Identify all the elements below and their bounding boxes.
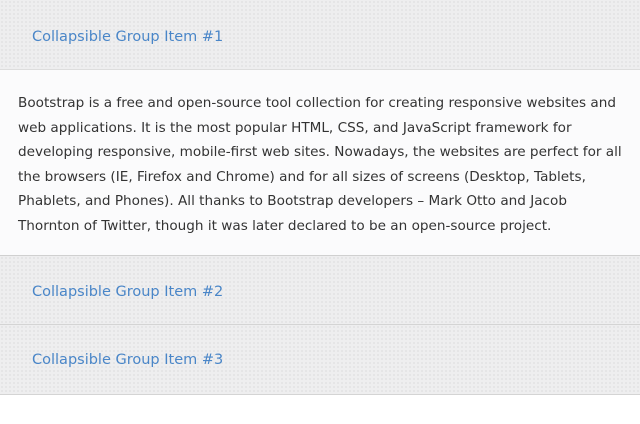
accordion-toggle-item-1[interactable]: Collapsible Group Item #1	[32, 29, 223, 45]
accordion-body-1: Bootstrap is a free and open-source tool…	[0, 70, 640, 255]
page-background	[0, 395, 640, 424]
accordion-header-2[interactable]: Collapsible Group Item #2	[0, 255, 640, 325]
accordion-toggle-item-3[interactable]: Collapsible Group Item #3	[32, 352, 223, 368]
accordion-toggle-item-2[interactable]: Collapsible Group Item #2	[32, 284, 223, 300]
accordion-body-text: Bootstrap is a free and open-source tool…	[18, 95, 622, 234]
accordion-header-3[interactable]: Collapsible Group Item #3	[0, 325, 640, 395]
accordion-header-1[interactable]: Collapsible Group Item #1	[0, 0, 640, 70]
accordion: Collapsible Group Item #1 Bootstrap is a…	[0, 0, 640, 424]
